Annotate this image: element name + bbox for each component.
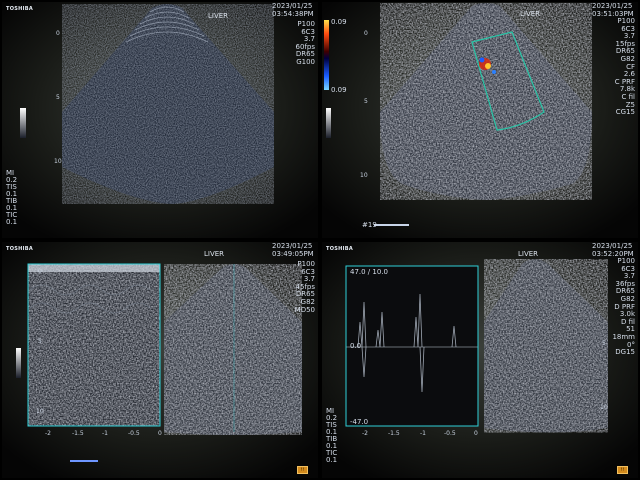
depth-mark-10: 10: [54, 158, 62, 165]
safety-indices: MI 0.2 TIS 0.1 TIB 0.1 TIC 0.1: [6, 169, 18, 226]
time-tick: -2: [45, 430, 51, 437]
pw-doppler-image: [322, 242, 638, 478]
velocity-bottom: 0.09: [331, 86, 347, 94]
warning-icon: !!: [617, 466, 628, 474]
depth-mark-10: 10: [360, 172, 368, 179]
depth-mark-5: 5: [602, 340, 606, 347]
depth-mark-5: 5: [364, 98, 368, 105]
time-tick: -1.5: [72, 430, 84, 437]
grayscale-bar: [326, 108, 331, 138]
param-list: P100 6C3 3.7 36fps DR65 G82 D PRF 3.0k D fil 5…: [612, 257, 635, 357]
depth-mark-0: 0: [38, 268, 42, 275]
grayscale-bar: [20, 108, 26, 138]
grayscale-bar: [16, 348, 21, 378]
time-label: 03:54:38PM: [272, 10, 314, 18]
time-tick: -2: [362, 430, 368, 437]
organ-label: LIVER: [520, 10, 541, 18]
time-tick: -1: [102, 430, 108, 437]
depth-mark-10: 10: [36, 408, 44, 415]
time-tick: 0: [158, 430, 162, 437]
depth-mark-0: 0: [56, 30, 60, 37]
baseline-label: 0.0: [350, 342, 362, 350]
param-list: P100 6C3 3.7 45fps DR65 G82 MD50: [294, 260, 315, 314]
brand-label: TOSHIBA: [6, 246, 34, 252]
param-list: P100 6C3 3.7 60fps DR65 G100: [295, 20, 315, 66]
date-label: 2023/01/25: [272, 2, 313, 10]
time-tick: -1.5: [388, 430, 400, 437]
bmode-image: [2, 2, 318, 238]
time-tick: -1: [420, 430, 426, 437]
brand-label: TOSHIBA: [6, 6, 34, 12]
safety-indices: MI 0.2 TIS 0.1 TIB 0.1 TIC 0.1: [326, 407, 338, 464]
velocity-scale-label: 47.0 / 10.0: [350, 268, 388, 276]
mmode-panel: TOSHIBA LIVER 2023/01/25 03:49:05PM P100…: [2, 242, 318, 478]
date-label: 2023/01/25: [272, 242, 313, 250]
date-label: 2023/01/25: [592, 242, 633, 250]
velocity-top: 0.09: [331, 18, 347, 26]
date-label: 2023/01/25: [592, 2, 633, 10]
depth-mark-5: 5: [56, 94, 60, 101]
velocity-color-bar: [324, 20, 329, 90]
organ-label: LIVER: [208, 12, 229, 20]
organ-label: LIVER: [204, 250, 225, 258]
brand-label: TOSHIBA: [326, 246, 354, 252]
time-tick: 0: [474, 430, 478, 437]
organ-label: LIVER: [518, 250, 539, 258]
depth-mark-0: 0: [364, 30, 368, 37]
mmode-image: [2, 242, 318, 478]
warning-icon: !!: [297, 466, 308, 474]
time-label: 03:49:05PM: [272, 250, 314, 258]
frame-number: #19: [362, 221, 377, 229]
time-tick: -0.5: [128, 430, 140, 437]
color-doppler-image: [322, 2, 638, 238]
param-list: P100 6C3 3.7 15fps DR65 G82 CF 2.6 C PRF 7.8k C…: [614, 17, 635, 117]
depth-mark-10: 10: [600, 404, 608, 411]
pw-doppler-panel: TOSHIBA LIVER 2023/01/25 03:52:20PM 47.0…: [322, 242, 638, 478]
velocity-bottom-label: -47.0: [350, 418, 369, 426]
depth-mark-5: 5: [38, 338, 42, 345]
time-progress-bar[interactable]: [70, 460, 98, 462]
bmode-panel: TOSHIBA LIVER 2023/01/25 03:54:38PM P100…: [2, 2, 318, 238]
color-doppler-panel: LIVER 2023/01/25 03:51:03PM 0.09 0.09 P1…: [322, 2, 638, 238]
frame-progress-bar[interactable]: [374, 224, 409, 226]
time-tick: -0.5: [444, 430, 456, 437]
